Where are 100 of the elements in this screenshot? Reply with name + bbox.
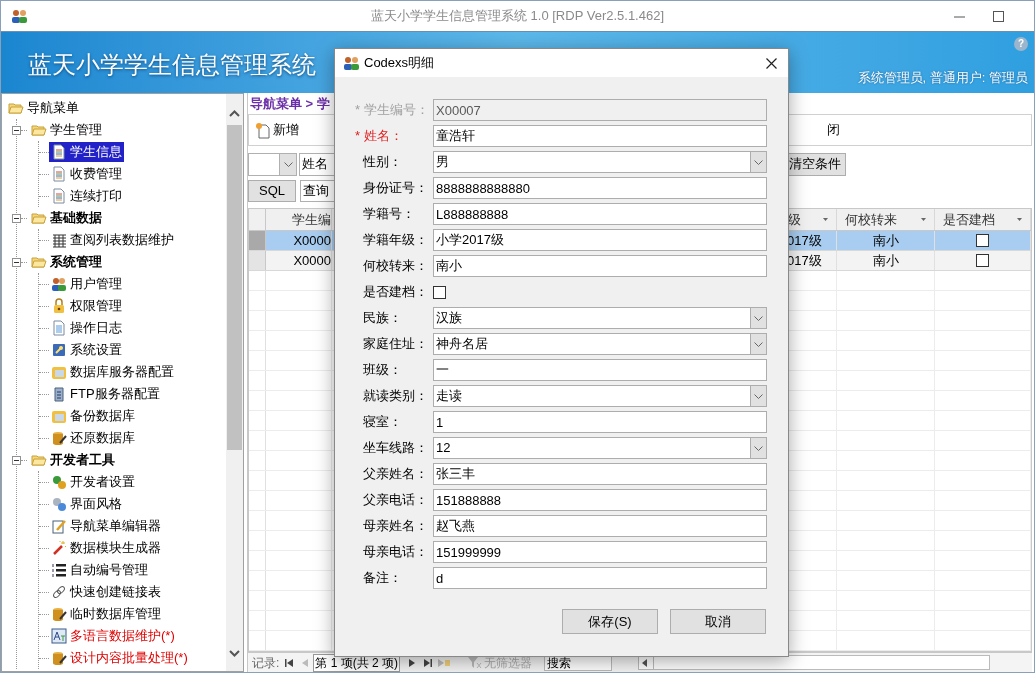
tree-item[interactable]: 临时数据库管理	[49, 604, 163, 624]
tree-item[interactable]: 操作日志	[49, 318, 124, 338]
sql-button[interactable]: SQL	[248, 180, 296, 202]
input-field[interactable]: 南小	[433, 255, 767, 277]
tree-item[interactable]: 备份数据库	[49, 406, 137, 426]
column-header[interactable]: 学生编	[292, 209, 331, 230]
checkbox[interactable]	[976, 234, 989, 247]
dialog-title: Codexs明细	[364, 54, 435, 73]
tree-item[interactable]: 连续打印	[49, 186, 124, 206]
tree-item[interactable]: 收费管理	[49, 164, 124, 184]
tree-item[interactable]: 快速创建链接表	[49, 582, 163, 602]
input-field[interactable]: 151888888	[433, 489, 767, 511]
last-record-icon[interactable]	[424, 658, 433, 667]
input-field[interactable]: 一	[433, 359, 767, 381]
horizontal-scrollbar[interactable]	[638, 655, 991, 670]
tree-item[interactable]: 开发者设置	[49, 472, 137, 492]
new-button[interactable]: 新增	[255, 120, 299, 140]
checkbox[interactable]	[433, 285, 446, 299]
folder-icon	[31, 254, 47, 270]
sort-dropdown-icon[interactable]	[1017, 218, 1022, 221]
field-selector[interactable]	[248, 152, 297, 176]
pencil-icon	[51, 518, 67, 534]
dropdown-field[interactable]: 汉族	[433, 307, 767, 329]
tree-item[interactable]: 设计内容批量处理(*)	[49, 648, 190, 668]
user-info: 系统管理员, 普通用户: 管理员	[857, 68, 1028, 87]
input-field[interactable]: 赵飞燕	[433, 515, 767, 537]
input-field[interactable]: 张三丰	[433, 463, 767, 485]
tree-item[interactable]: 还原数据库	[49, 428, 137, 448]
field-label: 班级：	[362, 361, 403, 380]
tree-item[interactable]: 数据模块生成器	[49, 538, 163, 558]
scroll-up-icon[interactable]	[229, 110, 240, 117]
numbered-list-icon	[51, 562, 67, 578]
field-label: 性别：	[362, 153, 403, 172]
chevron-down-icon	[754, 341, 763, 347]
field-label: 学籍号：	[362, 205, 416, 224]
dropdown-field[interactable]: 走读	[433, 385, 767, 407]
close-icon[interactable]	[766, 57, 777, 69]
tree-item[interactable]: 系统设置	[49, 340, 124, 360]
column-header[interactable]: 是否建档	[943, 209, 995, 230]
tree-item[interactable]: 用户管理	[49, 274, 124, 294]
tree-item[interactable]: FTP服务器配置	[49, 384, 162, 404]
tree-item[interactable]: 权限管理	[49, 296, 124, 316]
tree-group[interactable]: 开发者工具	[31, 450, 115, 470]
users-icon	[11, 9, 28, 23]
folder-icon	[31, 452, 47, 468]
input-field[interactable]: 小学2017级	[433, 229, 767, 251]
tree-item[interactable]: 多语言数据维护(*)	[49, 626, 177, 646]
field-label: 父亲姓名：	[362, 465, 429, 484]
input-field[interactable]: 1	[433, 411, 767, 433]
field-label: 民族：	[362, 309, 403, 328]
input-field[interactable]: d	[433, 567, 767, 589]
save-button[interactable]: 保存(S)	[562, 609, 658, 634]
cancel-button[interactable]: 取消	[670, 609, 766, 634]
sort-dropdown-icon[interactable]	[921, 218, 926, 221]
tree-group[interactable]: 基础数据	[31, 208, 102, 228]
field-label: 是否建档：	[362, 283, 429, 302]
input-field[interactable]: 151999999	[433, 541, 767, 563]
new-document-icon	[255, 121, 271, 139]
filter-icon	[468, 656, 483, 669]
input-field[interactable]: L888888888	[433, 203, 767, 225]
input-field[interactable]: 童浩轩	[433, 125, 767, 147]
tree-item[interactable]: 界面风格	[49, 494, 124, 514]
checkbox[interactable]	[976, 254, 989, 267]
tree-group[interactable]: 系统管理	[31, 252, 102, 272]
tree-group[interactable]: 学生管理	[31, 120, 102, 140]
tree-item[interactable]: 数据库服务器配置	[49, 362, 176, 382]
document-icon	[51, 188, 67, 204]
field-label: 母亲电话：	[362, 543, 429, 562]
scrollbar[interactable]	[226, 94, 243, 671]
collapse-toggle[interactable]	[12, 213, 21, 223]
dropdown-field[interactable]: 12	[433, 437, 767, 459]
tree-item[interactable]: 查阅列表数据维护	[49, 230, 176, 250]
breadcrumb: 导航菜单 > 学	[250, 94, 330, 113]
collapse-toggle[interactable]	[12, 125, 21, 135]
scroll-thumb[interactable]	[227, 125, 242, 450]
column-header[interactable]: 级	[788, 209, 801, 230]
settings-icon	[51, 342, 67, 358]
database-edit-icon	[51, 606, 67, 622]
field-label: 父亲电话：	[362, 491, 429, 510]
collapse-toggle[interactable]	[12, 455, 21, 465]
dropdown-field[interactable]: 男	[433, 151, 767, 173]
scroll-down-icon[interactable]	[229, 650, 240, 657]
sort-dropdown-icon[interactable]	[823, 218, 828, 221]
tree-item[interactable]: 学生信息	[49, 142, 124, 162]
tree-item[interactable]: 自动编号管理	[49, 560, 150, 580]
record-label: 记录:	[252, 654, 280, 672]
close-button[interactable]: 闭	[827, 120, 840, 140]
dropdown-field[interactable]: 神舟名居	[433, 333, 767, 355]
first-record-icon[interactable]	[285, 658, 294, 667]
tree-root[interactable]: 导航菜单	[8, 98, 79, 118]
next-record-icon[interactable]	[409, 658, 416, 667]
field-label: * 姓名：	[354, 127, 404, 146]
chevron-down-icon	[754, 393, 763, 399]
maximize-icon[interactable]	[993, 10, 1004, 22]
tree-item[interactable]: 导航菜单编辑器	[49, 516, 163, 536]
scroll-left-icon[interactable]	[642, 658, 648, 667]
collapse-toggle[interactable]	[12, 257, 21, 267]
input-field[interactable]: 8888888888880	[433, 177, 767, 199]
chevron-down-icon	[754, 315, 763, 321]
column-header[interactable]: 何校转来	[845, 209, 897, 230]
